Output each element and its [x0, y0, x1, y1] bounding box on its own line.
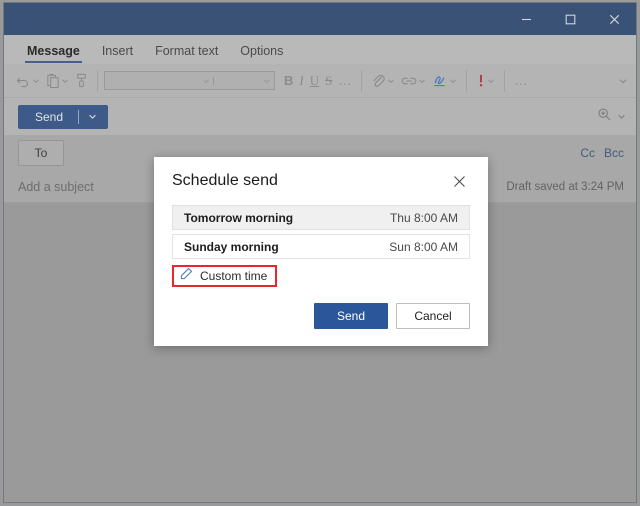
strikethrough-label: S [325, 72, 333, 88]
paste-dropdown-icon[interactable] [61, 77, 69, 85]
send-bar: Send [4, 98, 636, 135]
insert-link-button[interactable] [398, 69, 429, 93]
dialog-header: Schedule send [172, 157, 470, 205]
custom-time-button[interactable]: Custom time [172, 265, 278, 287]
clipboard-group [10, 68, 94, 94]
schedule-option-tomorrow-morning[interactable]: Tomorrow morning Thu 8:00 AM [172, 205, 470, 230]
to-button-label: To [34, 146, 48, 160]
dialog-cancel-button[interactable]: Cancel [396, 303, 470, 329]
zoom-control[interactable] [597, 107, 626, 127]
to-button[interactable]: To [18, 140, 64, 166]
bold-button[interactable]: B [281, 69, 296, 93]
option-time: Sun 8:00 AM [389, 239, 458, 254]
tab-format-text-label: Format text [155, 44, 219, 58]
overflow-group: … [508, 68, 534, 94]
format-painter-button[interactable] [72, 69, 91, 93]
send-options-chevron-down-icon[interactable] [79, 112, 106, 121]
minimize-button[interactable] [504, 3, 548, 35]
italic-label: I [299, 72, 304, 88]
signature-button[interactable] [429, 69, 460, 93]
toolbar-divider-4 [504, 69, 506, 92]
signature-dropdown-icon[interactable] [449, 77, 457, 85]
undo-button[interactable] [13, 69, 43, 93]
dialog-send-label: Send [336, 309, 366, 323]
underline-label: U [309, 72, 320, 88]
dialog-cancel-label: Cancel [414, 309, 452, 323]
paste-button[interactable] [43, 69, 72, 93]
underline-button[interactable]: U [307, 69, 322, 93]
bcc-link[interactable]: Bcc [604, 146, 624, 160]
tab-options[interactable]: Options [229, 44, 294, 64]
dialog-actions: Send Cancel [172, 303, 470, 346]
toolbar-divider-2 [361, 69, 363, 92]
ribbon-toolbar: B I U S … … [4, 64, 636, 98]
send-button-label: Send [35, 109, 64, 124]
text-style-group: B I U S … [278, 68, 358, 94]
toolbar-divider-3 [466, 69, 468, 92]
title-bar [4, 3, 636, 35]
tab-message-label: Message [27, 44, 80, 58]
app-root: Message Insert Format text Options B I U… [0, 0, 640, 506]
more-commands-button[interactable]: … [511, 69, 531, 93]
dialog-title: Schedule send [172, 172, 278, 189]
send-button[interactable]: Send [18, 104, 109, 129]
cc-link[interactable]: Cc [580, 146, 595, 160]
option-label: Sunday morning [184, 239, 279, 254]
toolbar-divider [97, 69, 98, 92]
subject-input-placeholder: Add a subject [18, 179, 94, 194]
more-font-ellipsis: … [338, 72, 353, 88]
link-dropdown-icon[interactable] [418, 77, 426, 85]
dialog-close-icon[interactable] [448, 170, 470, 192]
more-font-options-button[interactable]: … [335, 69, 355, 93]
strikethrough-button[interactable]: S [322, 69, 335, 93]
more-commands-ellipsis: … [514, 72, 529, 88]
collapse-ribbon-button[interactable] [618, 76, 632, 86]
tags-group [470, 68, 501, 94]
bold-label: B [284, 72, 294, 88]
tab-options-label: Options [240, 44, 284, 58]
zoom-chevron-down-icon[interactable] [617, 108, 626, 126]
attach-file-button[interactable] [368, 69, 398, 93]
font-name-combobox[interactable] [105, 77, 213, 85]
importance-button[interactable] [473, 69, 498, 93]
option-label: Tomorrow morning [184, 210, 294, 225]
tab-insert[interactable]: Insert [91, 44, 144, 64]
maximize-button[interactable] [548, 3, 592, 35]
dialog-send-button[interactable]: Send [314, 303, 388, 329]
pencil-icon [180, 267, 193, 285]
importance-dropdown-icon[interactable] [487, 77, 495, 85]
insert-group [365, 68, 463, 94]
undo-dropdown-icon[interactable] [32, 77, 40, 85]
font-controls [104, 71, 275, 90]
draft-saved-status: Draft saved at 3:24 PM [506, 180, 624, 193]
font-group [101, 68, 278, 94]
schedule-send-dialog: Schedule send Tomorrow morning Thu 8:00 … [154, 157, 488, 346]
zoom-in-icon[interactable] [597, 107, 612, 127]
tab-insert-label: Insert [101, 44, 134, 58]
schedule-option-sunday-morning[interactable]: Sunday morning Sun 8:00 AM [172, 234, 470, 259]
custom-time-label: Custom time [200, 269, 268, 283]
cc-bcc-links: Cc Bcc [580, 146, 624, 160]
font-size-combobox[interactable] [213, 76, 274, 85]
attach-dropdown-icon[interactable] [387, 77, 395, 85]
tab-format-text[interactable]: Format text [144, 44, 229, 64]
option-time: Thu 8:00 AM [389, 210, 458, 225]
tab-message[interactable]: Message [16, 44, 91, 64]
italic-button[interactable]: I [296, 69, 306, 93]
ribbon-tab-strip: Message Insert Format text Options [4, 35, 636, 64]
close-button[interactable] [592, 3, 636, 35]
